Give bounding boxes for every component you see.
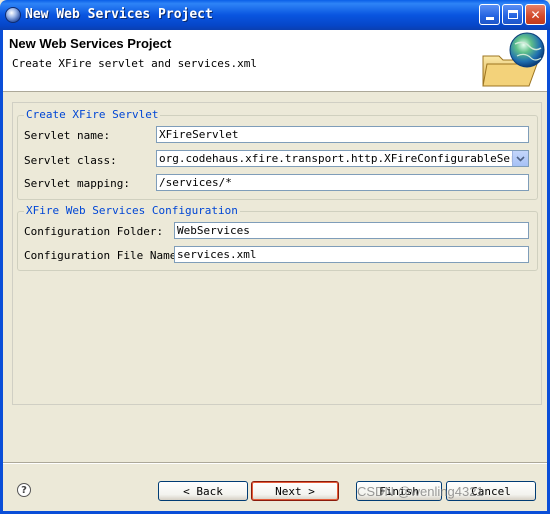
- wizard-body: Create XFire Servlet Servlet name: XFire…: [3, 93, 547, 511]
- servlet-name-field[interactable]: XFireServlet: [156, 126, 529, 143]
- help-icon[interactable]: ?: [17, 483, 31, 497]
- page-description: Create XFire servlet and services.xml: [12, 57, 258, 70]
- title-bar[interactable]: New Web Services Project ✕: [0, 0, 550, 30]
- servlet-mapping-field[interactable]: /services/*: [156, 174, 529, 191]
- watermark: CSDN @wenling4321: [357, 484, 484, 499]
- back-button[interactable]: < Back: [158, 481, 248, 501]
- config-group: XFire Web Services Configuration Configu…: [17, 204, 538, 271]
- servlet-class-dropdown-button[interactable]: [512, 151, 528, 166]
- servlet-name-label: Servlet name:: [24, 129, 111, 142]
- servlet-group-title: Create XFire Servlet: [24, 108, 161, 121]
- maximize-icon: [507, 10, 518, 19]
- config-folder-field[interactable]: WebServices: [174, 222, 529, 239]
- config-file-label: Configuration File Name:: [24, 249, 183, 262]
- content-area: Create XFire Servlet Servlet name: XFire…: [12, 102, 542, 405]
- minimize-button[interactable]: [479, 4, 500, 25]
- servlet-class-combo[interactable]: org.codehaus.xfire.transport.http.XFireC…: [156, 150, 529, 167]
- chevron-down-icon: [516, 155, 525, 162]
- page-title: New Web Services Project: [9, 36, 172, 51]
- config-folder-label: Configuration Folder:: [24, 225, 164, 238]
- footer-separator: [3, 462, 547, 464]
- wizard-header: New Web Services Project Create XFire se…: [3, 30, 547, 92]
- config-file-field[interactable]: services.xml: [174, 246, 529, 263]
- close-icon: ✕: [530, 7, 541, 22]
- servlet-group: Create XFire Servlet Servlet name: XFire…: [17, 108, 538, 200]
- minimize-icon: [485, 17, 494, 20]
- servlet-class-value: org.codehaus.xfire.transport.http.XFireC…: [159, 152, 529, 165]
- close-button[interactable]: ✕: [525, 4, 546, 25]
- window-title: New Web Services Project: [25, 7, 213, 22]
- app-icon: [5, 7, 21, 23]
- next-button[interactable]: Next >: [251, 481, 339, 501]
- servlet-class-label: Servlet class:: [24, 154, 117, 167]
- servlet-mapping-label: Servlet mapping:: [24, 177, 130, 190]
- maximize-button[interactable]: [502, 4, 523, 25]
- config-group-title: XFire Web Services Configuration: [24, 204, 240, 217]
- folder-globe-icon: [482, 32, 545, 87]
